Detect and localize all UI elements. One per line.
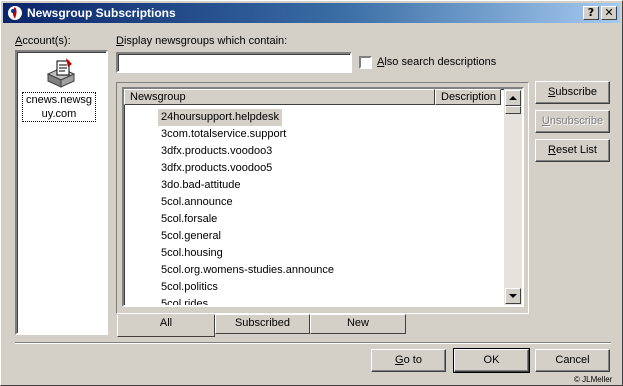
news-server-icon (46, 58, 76, 88)
list-item[interactable]: 3dfx.products.voodoo3 (158, 143, 275, 160)
list-item[interactable]: 5col.general (158, 228, 224, 245)
tab-all[interactable]: All (117, 315, 215, 337)
column-header-description[interactable]: Description (435, 89, 501, 105)
cancel-button[interactable]: Cancel (535, 349, 610, 372)
reset-list-button[interactable]: Reset List (535, 139, 610, 162)
search-input[interactable] (116, 52, 352, 73)
list-item[interactable]: 5col.forsale (158, 211, 220, 228)
account-name: cnews.newsguy.com (22, 92, 96, 122)
watermark: © JLMeller (574, 375, 613, 384)
subscribe-button[interactable]: Subscribe (535, 81, 610, 104)
newsgroup-subscriptions-dialog: Newsgroup Subscriptions ? ✕ Account(s): … (0, 0, 623, 386)
list-item[interactable]: 3do.bad-attitude (158, 177, 244, 194)
list-item[interactable]: 3dfx.products.voodoo5 (158, 160, 275, 177)
scroll-up-button[interactable] (505, 90, 521, 106)
title-bar: Newsgroup Subscriptions ? ✕ (3, 3, 620, 23)
goto-button[interactable]: Go to (371, 349, 446, 372)
help-button[interactable]: ? (583, 6, 599, 20)
list-item[interactable]: 24hoursupport.helpdesk (158, 109, 283, 126)
accounts-label: Account(s): (15, 35, 71, 47)
list-item[interactable]: 3com.totalservice.support (158, 126, 289, 143)
list-item[interactable]: 5col.politics (158, 279, 221, 296)
list-item[interactable]: 5col.org.womens-studies.announce (158, 262, 337, 279)
unsubscribe-button[interactable]: Unsubscribe (535, 110, 610, 133)
close-button[interactable]: ✕ (601, 6, 617, 20)
list-item[interactable]: 5col.rides (158, 296, 211, 305)
also-search-descriptions-checkbox[interactable] (359, 56, 372, 69)
accounts-list[interactable]: cnews.newsguy.com (15, 50, 108, 335)
tab-subscribed[interactable]: Subscribed (215, 314, 310, 334)
account-item[interactable]: cnews.newsguy.com (19, 56, 103, 122)
vertical-scrollbar[interactable] (504, 89, 522, 305)
search-label: Display newsgroups which contain: (116, 35, 288, 47)
outlook-express-icon (8, 6, 22, 20)
separator (15, 342, 611, 344)
scroll-thumb[interactable] (505, 106, 521, 114)
arrow-down-icon (509, 294, 517, 298)
also-search-descriptions-label[interactable]: Also search descriptions (377, 56, 496, 68)
arrow-up-icon (509, 96, 517, 100)
list-item[interactable]: 5col.housing (158, 245, 226, 262)
ok-button[interactable]: OK (453, 348, 530, 373)
column-header-newsgroup[interactable]: Newsgroup (124, 89, 435, 105)
scroll-down-button[interactable] (505, 288, 521, 304)
list-item[interactable]: 5col.announce (158, 194, 236, 211)
tab-new[interactable]: New (310, 314, 406, 334)
window-title: Newsgroup Subscriptions (27, 6, 176, 20)
newsgroup-list[interactable]: Newsgroup Description 24hoursupport.help… (122, 87, 524, 307)
